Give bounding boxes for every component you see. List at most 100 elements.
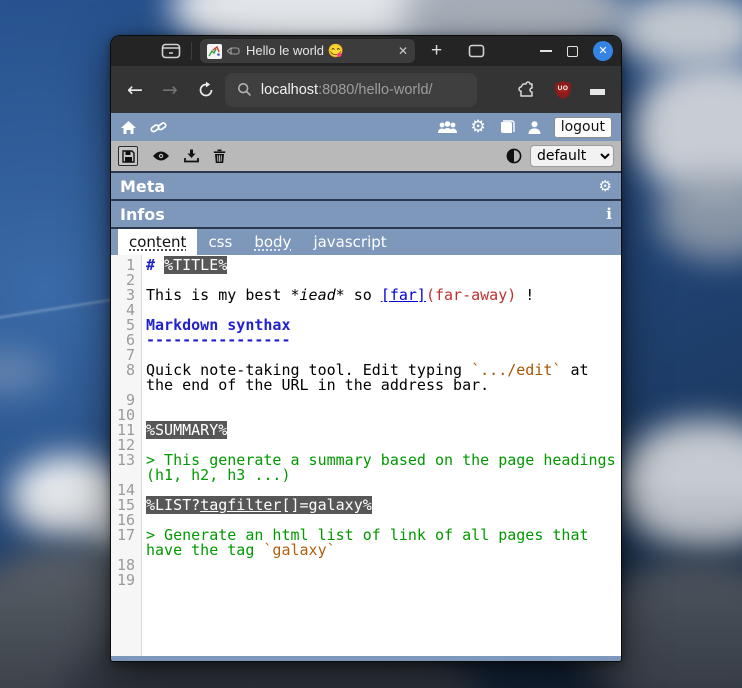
code-line[interactable]: 9 [111,393,621,408]
tab-content-label: content [129,233,187,251]
close-icon: ✕ [598,44,608,57]
save-button[interactable] [118,146,138,166]
tab-title: Hello le world 😋 [246,43,344,58]
code-line[interactable]: 13 > This generate a summary based on the… [111,453,621,483]
home-icon [120,120,137,135]
delete-button[interactable] [213,149,226,163]
ublock-label: UO [557,85,569,92]
gear-icon: ⚙ [470,117,486,137]
maximize-button[interactable] [567,45,578,57]
code-line[interactable]: 19 [111,573,621,588]
infos-section-bar[interactable]: Infos i [111,199,621,227]
back-arrow-icon: ← [127,78,143,101]
preview-button[interactable] [152,150,170,162]
tab-overview-icon [161,43,181,59]
puzzle-icon [517,80,536,99]
line-text [141,393,621,408]
page-footer-strip [111,656,621,661]
line-text: # %TITLE% [141,256,621,274]
window-close-button[interactable]: ✕ [593,41,613,61]
link-button[interactable] [150,120,167,135]
profile-button[interactable] [527,120,542,135]
code-segment-em: *iead* [290,286,345,304]
line-text: > This generate a summary based on the p… [141,453,621,483]
cloud [0,350,50,395]
line-text: Quick note-taking tool. Edit typing `...… [141,363,621,393]
tab-content[interactable]: content [118,229,198,255]
info-icon[interactable]: i [606,205,612,223]
back-button[interactable]: ← [127,79,143,101]
ublock-shield-icon: UO [553,80,573,100]
code-line[interactable]: 18 [111,558,621,573]
maximize-icon [567,45,578,57]
code-segment-qcomment: `galaxy` [263,541,336,559]
tab-javascript[interactable]: javascript [302,229,397,255]
tab-list-button[interactable] [468,44,485,58]
hamburger-menu-icon [590,88,605,95]
line-number: 17 [116,526,135,544]
logout-button[interactable]: logout [553,116,612,138]
tab-close-button[interactable]: ✕ [398,44,408,58]
settings-button[interactable]: ⚙ [470,117,485,137]
meta-section-label: Meta [120,176,166,196]
infos-section-label: Infos [120,204,165,224]
ublock-button[interactable]: UO [553,80,573,100]
browser-window: Hello le world 😋 ✕ + ✕ ← → localhost:808… [110,35,622,662]
code-line[interactable]: 6 ---------------- [111,333,621,348]
extensions-button[interactable] [517,80,536,99]
line-text: > Generate an html list of link of all p… [141,528,621,558]
download-button[interactable] [184,149,199,163]
tab-body-label: body [254,233,292,251]
code-line[interactable]: 8 Quick note-taking tool. Edit typing `..… [111,363,621,393]
search-icon [237,82,252,97]
code-segment-quote: > This generate a summary based on the p… [146,451,616,484]
line-text [141,558,621,573]
contrail [0,297,118,321]
reload-button[interactable] [197,81,215,99]
code-segment-meta-u: tagfilter [200,496,282,514]
browser-tab[interactable]: Hello le world 😋 ✕ [200,39,415,63]
contrast-icon [506,148,522,164]
tab-javascript-label: javascript [313,233,387,251]
code-line[interactable]: 11 %SUMMARY% [111,421,621,439]
line-number: 19 [116,571,135,589]
menu-button[interactable] [590,88,605,95]
book-button[interactable] [498,119,515,135]
code-segment-link: [far] [380,286,426,304]
code-editor[interactable]: 1 # %TITLE% 2 3 This is my best *iead* so [f… [111,255,621,656]
toolbar-edit-right: default [506,145,614,167]
editor-tabs-row: content css body javascript [111,227,621,255]
code-line[interactable]: 15 %LIST?tagfilter[]=galaxy% [111,496,621,514]
contrast-button[interactable] [506,148,522,164]
line-number: 13 [116,451,135,469]
cloud [615,420,742,550]
code-line[interactable]: 3 This is my best *iead* so [far](far-awa… [111,288,621,303]
tab-css[interactable]: css [197,229,243,255]
tab-overview-button[interactable] [161,43,181,59]
scribble-favicon [207,43,222,59]
eye-icon [152,150,170,162]
line-text [141,573,621,588]
home-button[interactable] [120,120,137,135]
meta-section-bar[interactable]: Meta ⚙ [111,171,621,199]
code-segment-text: ! [516,286,535,304]
link-icon [150,120,167,135]
code-segment-meta: []=galaxy% [281,496,372,514]
app-toolbar-top: ⚙ logout [111,113,621,141]
gear-icon[interactable]: ⚙ [599,177,612,195]
window-controls: ✕ [540,41,613,61]
users-button[interactable] [437,120,458,135]
code-segment-header: # [146,256,165,274]
tab-list-icon [468,44,485,58]
url-bar[interactable]: localhost:8080/hello-world/ [224,72,477,107]
theme-select[interactable]: default [530,145,614,167]
code-line[interactable]: 17 > Generate an html list of link of all… [111,528,621,558]
line-text: This is my best *iead* so [far](far-away… [141,288,621,303]
forward-button[interactable]: → [162,79,178,101]
code-segment-text: so [344,286,381,304]
tab-body[interactable]: body [243,229,302,255]
trash-icon [213,149,226,163]
code-line[interactable]: 1 # %TITLE% [111,256,621,274]
new-tab-button[interactable]: + [431,40,442,62]
minimize-button[interactable] [540,50,552,52]
